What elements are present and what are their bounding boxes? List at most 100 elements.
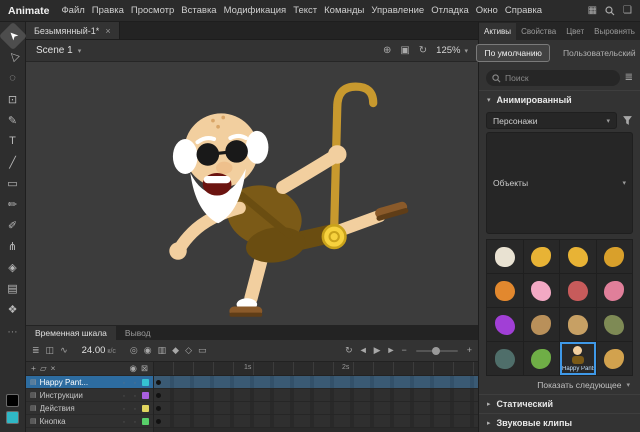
slider-thumb[interactable] — [432, 347, 440, 355]
frames-area[interactable]: 1s 2s — [154, 362, 478, 432]
menu-control[interactable]: Управление — [371, 5, 424, 16]
brush-tool[interactable]: ✐ — [3, 215, 23, 235]
asset-thumbnail[interactable] — [487, 240, 523, 273]
pen-tool[interactable]: ✎ — [3, 110, 23, 130]
graph-editor-icon[interactable]: ∿ — [60, 346, 68, 355]
visibility-toggle[interactable]: ∙ — [120, 404, 128, 413]
asset-thumbnail[interactable] — [524, 308, 560, 341]
hand-tool[interactable]: ❖ — [3, 299, 23, 319]
section-static[interactable]: ▸ Статический — [479, 394, 640, 413]
asset-thumbnail[interactable] — [560, 308, 596, 341]
search-box[interactable] — [486, 70, 620, 86]
search-input[interactable] — [505, 73, 575, 83]
asset-thumbnail[interactable] — [597, 342, 633, 375]
loop-icon[interactable]: ↻ — [345, 346, 353, 355]
layer-color-chip[interactable] — [142, 418, 149, 425]
asset-thumbnail[interactable] — [560, 274, 596, 307]
asset-thumbnail[interactable] — [597, 240, 633, 273]
scene-breadcrumb[interactable]: Scene 1 ▾ — [36, 45, 81, 56]
happy-pants-guy-character[interactable] — [26, 62, 478, 325]
rotate-view-icon[interactable]: ↻ — [419, 46, 427, 56]
camera-tool[interactable]: ▤ — [3, 278, 23, 298]
visibility-toggle[interactable]: ∙ — [120, 391, 128, 400]
menu-debug[interactable]: Отладка — [431, 5, 469, 16]
asset-thumbnail[interactable] — [597, 308, 633, 341]
asset-thumbnail[interactable] — [524, 342, 560, 375]
section-audio[interactable]: ▸ Звуковые клипы — [479, 413, 640, 432]
menu-window[interactable]: Окно — [476, 5, 498, 16]
menu-edit[interactable]: Правка — [92, 5, 124, 16]
fill-color-chip[interactable] — [6, 411, 19, 424]
layer-row[interactable]: ▤ Действия ∙ ∙ — [26, 402, 153, 415]
subselection-tool[interactable]: ▷ — [0, 43, 27, 71]
line-tool[interactable]: ╱ — [3, 152, 23, 172]
free-transform-tool[interactable]: ⊡ — [3, 89, 23, 109]
play-icon[interactable]: ▶ — [374, 346, 381, 355]
keyframe-dot[interactable] — [156, 393, 161, 398]
lock-toggle[interactable]: ∙ — [131, 378, 139, 387]
show-all-eye-icon[interactable]: ◉ — [129, 364, 136, 373]
menu-file[interactable]: Файл — [61, 5, 84, 16]
rectangle-tool[interactable]: ▭ — [3, 173, 23, 193]
menu-help[interactable]: Справка — [505, 5, 542, 16]
zoom-control[interactable]: 125% ▾ — [436, 45, 468, 56]
insert-frame-icon[interactable]: ▭ — [198, 346, 207, 355]
tab-default-assets[interactable]: По умолчанию — [476, 44, 549, 62]
show-more-link[interactable]: Показать следующее ▾ — [479, 376, 640, 394]
document-tab[interactable]: Безымянный-1* × — [26, 22, 120, 39]
more-tools-icon[interactable]: ⋯ — [3, 322, 23, 342]
app-logo[interactable]: Animate — [8, 5, 49, 17]
asset-thumbnail[interactable] — [487, 274, 523, 307]
timeline-ruler[interactable]: 1s 2s — [154, 362, 478, 376]
onion-outline-icon[interactable]: ◉ — [144, 346, 152, 355]
frame-row[interactable] — [154, 376, 478, 389]
filter-icon[interactable] — [622, 115, 633, 126]
stage-canvas[interactable] — [26, 62, 478, 325]
layers-icon[interactable]: ≣ — [32, 346, 40, 355]
zoom-out-icon[interactable]: − — [401, 346, 406, 355]
tab-color[interactable]: Цвет — [561, 23, 589, 40]
asset-thumbnail[interactable] — [597, 274, 633, 307]
panels-icon[interactable]: ❏ — [623, 6, 632, 16]
tab-assets[interactable]: Активы — [479, 23, 516, 40]
tab-custom-assets[interactable]: Пользовательский — [556, 45, 640, 61]
layer-color-chip[interactable] — [142, 379, 149, 386]
bone-tool[interactable]: ⋔ — [3, 236, 23, 256]
lock-all-icon[interactable]: ⊠ — [141, 364, 148, 373]
visibility-toggle[interactable]: ∙ — [120, 378, 128, 387]
text-tool[interactable]: T — [3, 131, 23, 151]
keyframe-dot[interactable] — [156, 406, 161, 411]
layer-row[interactable]: ▤ Кнопка ∙ ∙ — [26, 415, 153, 428]
characters-dropdown[interactable]: Персонажи ▾ — [486, 112, 617, 129]
pencil-tool[interactable]: ✏ — [3, 194, 23, 214]
workspace-icon[interactable]: ▦ — [588, 6, 597, 16]
frame-row[interactable] — [154, 389, 478, 402]
advanced-layers-icon[interactable]: ◫ — [46, 346, 55, 355]
delete-layer-icon[interactable]: × — [51, 364, 56, 373]
add-layer-icon[interactable]: + — [31, 364, 36, 373]
asset-thumbnail[interactable] — [524, 274, 560, 307]
close-tab-icon[interactable]: × — [105, 26, 110, 36]
keyframe-dot[interactable] — [156, 380, 161, 385]
add-folder-icon[interactable]: ▱ — [40, 364, 47, 373]
step-back-icon[interactable]: ◄ — [359, 346, 368, 355]
zoom-in-icon[interactable]: + — [467, 346, 472, 355]
asset-thumbnail-selected[interactable]: Happy Pants Guy — [560, 342, 596, 375]
stroke-color-chip[interactable] — [6, 394, 19, 407]
tab-output[interactable]: Вывод — [116, 326, 160, 340]
lock-toggle[interactable]: ∙ — [131, 417, 139, 426]
menu-insert[interactable]: Вставка — [181, 5, 216, 16]
lasso-tool[interactable]: ◌ — [3, 68, 23, 88]
visibility-toggle[interactable]: ∙ — [120, 417, 128, 426]
paint-bucket-tool[interactable]: ◈ — [3, 257, 23, 277]
layer-color-chip[interactable] — [142, 392, 149, 399]
search-icon[interactable] — [605, 6, 615, 16]
layer-row[interactable]: ▤ Happy Pant... ∙ ∙ — [26, 376, 153, 389]
frame-row[interactable] — [154, 415, 478, 428]
menu-modify[interactable]: Модификация — [224, 5, 287, 16]
insert-keyframe-icon[interactable]: ◆ — [172, 346, 179, 355]
tab-properties[interactable]: Свойства — [516, 23, 561, 40]
layer-color-chip[interactable] — [142, 405, 149, 412]
objects-dropdown[interactable]: Объекты ▾ — [486, 132, 633, 234]
menu-commands[interactable]: Команды — [324, 5, 364, 16]
